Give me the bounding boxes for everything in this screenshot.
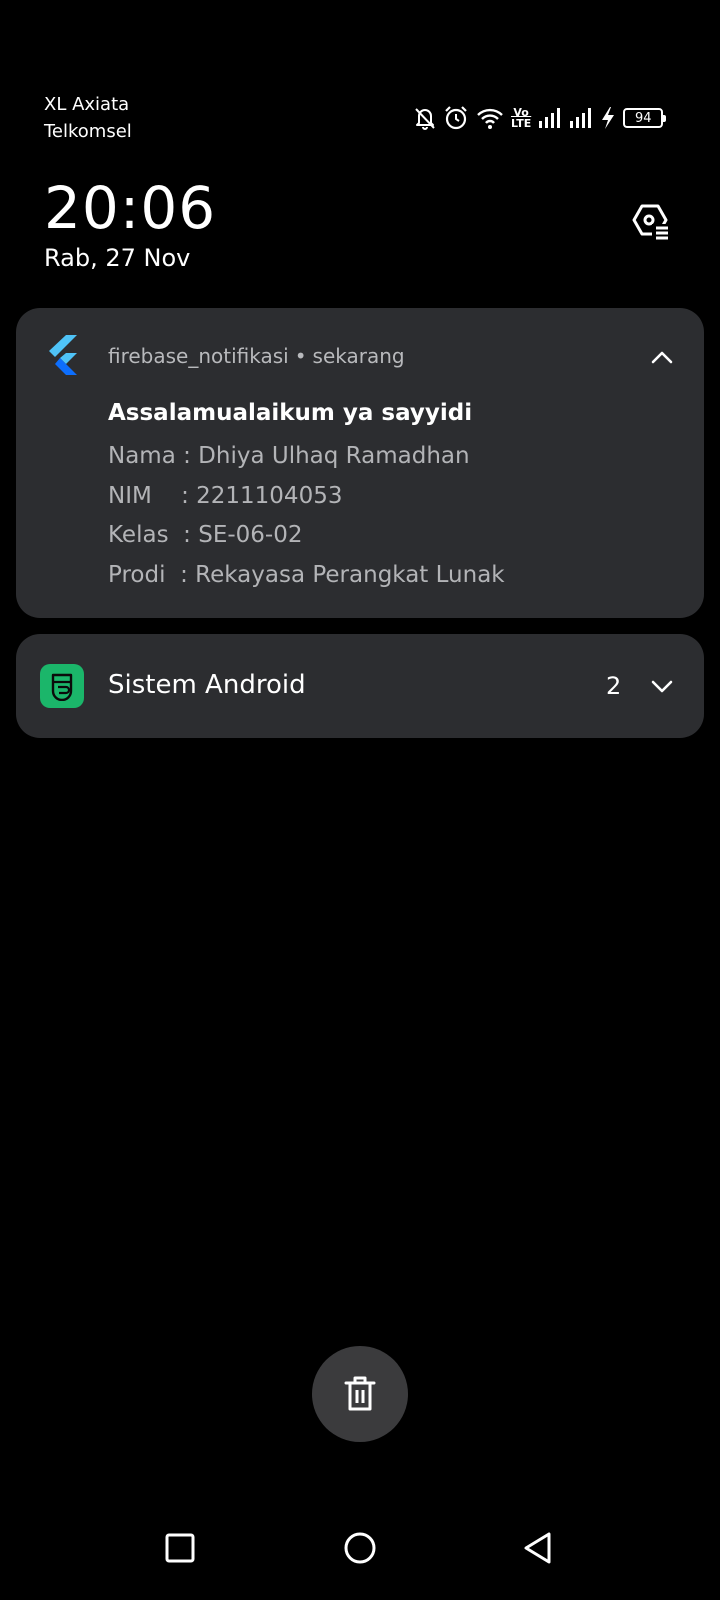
carrier-name-1: XL Axiata bbox=[44, 94, 130, 115]
notification-title: Assalamualaikum ya sayyidi bbox=[108, 400, 473, 426]
notification-count: 2 bbox=[606, 672, 622, 700]
notification-line: NIM : 2211104053 bbox=[108, 483, 343, 509]
square-icon bbox=[165, 1533, 195, 1563]
lockscreen-date: Rab, 27 Nov bbox=[44, 244, 191, 272]
volte-label-bottom: LTE bbox=[511, 117, 532, 130]
chevron-down-icon bbox=[651, 680, 673, 693]
notification-line: Prodi : Rekayasa Perangkat Lunak bbox=[108, 562, 505, 588]
bell-off-icon bbox=[414, 106, 436, 130]
clear-all-button[interactable] bbox=[312, 1346, 408, 1442]
battery-icon: 94 bbox=[623, 108, 667, 128]
lockscreen-time: 20:06 bbox=[44, 174, 217, 242]
notification-line: Kelas : SE-06-02 bbox=[108, 522, 303, 548]
status-icons: Vo LTE 94 bbox=[414, 103, 667, 133]
chevron-up-icon bbox=[651, 351, 673, 364]
circle-icon bbox=[344, 1532, 376, 1564]
separator-dot: • bbox=[294, 344, 307, 368]
notification-group-name: Sistem Android bbox=[108, 670, 306, 700]
expand-button[interactable] bbox=[648, 672, 676, 700]
android-system-icon bbox=[40, 664, 84, 708]
carrier-name-2: Telkomsel bbox=[44, 121, 132, 142]
recents-button[interactable] bbox=[160, 1528, 200, 1568]
battery-level: 94 bbox=[634, 110, 652, 126]
settings-icon bbox=[632, 204, 670, 240]
collapse-button[interactable] bbox=[648, 344, 676, 372]
signal-icon bbox=[538, 107, 562, 129]
trash-icon bbox=[344, 1376, 376, 1411]
notification-time: sekarang bbox=[312, 344, 405, 368]
wifi-icon bbox=[476, 106, 504, 130]
volte-icon: Vo LTE bbox=[511, 107, 531, 129]
alarm-icon bbox=[443, 105, 469, 131]
triangle-back-icon bbox=[524, 1532, 551, 1564]
notification-settings-button[interactable] bbox=[628, 200, 672, 244]
charging-icon bbox=[600, 106, 616, 130]
notification-app-name: firebase_notifikasi bbox=[108, 344, 289, 368]
notification-header: firebase_notifikasi • sekarang bbox=[108, 344, 405, 368]
back-button[interactable] bbox=[518, 1528, 558, 1568]
flutter-app-icon bbox=[44, 334, 80, 376]
home-button[interactable] bbox=[340, 1528, 380, 1568]
signal-icon bbox=[569, 107, 593, 129]
notification-line: Nama : Dhiya Ulhaq Ramadhan bbox=[108, 443, 470, 469]
